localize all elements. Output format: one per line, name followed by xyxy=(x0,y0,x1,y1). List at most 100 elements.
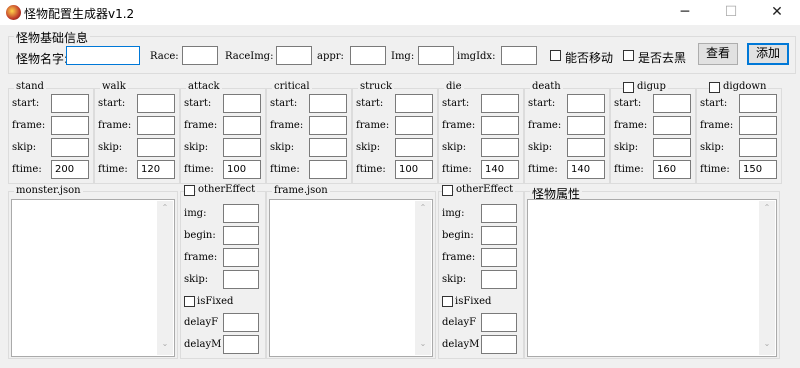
attack-frame-input[interactable] xyxy=(223,116,261,135)
scroll-down-icon[interactable]: ⌄ xyxy=(759,339,775,353)
effect-delay-m-input[interactable] xyxy=(223,335,259,354)
other-effect-checkbox-2[interactable] xyxy=(442,185,453,196)
digup-frame-label: frame: xyxy=(614,120,648,131)
attack-skip-input[interactable] xyxy=(223,138,261,157)
scroll-up-icon[interactable]: ⌃ xyxy=(415,203,431,217)
scroll-down-icon[interactable]: ⌄ xyxy=(157,339,173,353)
digdown-frame-input[interactable] xyxy=(739,116,777,135)
effect-delay-f-input[interactable] xyxy=(481,313,517,332)
critical-skip-input[interactable] xyxy=(309,138,347,157)
die-start-label: start: xyxy=(442,98,470,109)
stand-skip-input[interactable] xyxy=(51,138,89,157)
die-start-input[interactable] xyxy=(481,94,519,113)
imgidx-input[interactable] xyxy=(501,46,537,65)
can-move-checkbox[interactable] xyxy=(550,50,561,61)
race-input[interactable] xyxy=(182,46,218,65)
die-ftime-input[interactable] xyxy=(481,160,519,179)
effect-delay-m-input[interactable] xyxy=(481,335,517,354)
digup-frame-input[interactable] xyxy=(653,116,691,135)
img-label: Img: xyxy=(391,51,415,62)
struck-start-input[interactable] xyxy=(395,94,433,113)
walk-skip-input[interactable] xyxy=(137,138,175,157)
walk-start-input[interactable] xyxy=(137,94,175,113)
minimize-button[interactable]: ─ xyxy=(662,0,708,25)
add-button[interactable]: 添加 xyxy=(747,43,789,65)
death-frame-input[interactable] xyxy=(567,116,605,135)
death-skip-label: skip: xyxy=(528,142,553,153)
effect-begin-input[interactable] xyxy=(223,226,259,245)
walk-ftime-input[interactable] xyxy=(137,160,175,179)
digdown-ftime-label: ftime: xyxy=(700,164,730,175)
view-button[interactable]: 查看 xyxy=(698,43,738,65)
is-fixed-checkbox-1[interactable] xyxy=(184,296,195,307)
maximize-button[interactable]: ☐ xyxy=(708,0,754,25)
death-start-label: start: xyxy=(528,98,556,109)
death-ftime-input[interactable] xyxy=(567,160,605,179)
struck-skip-input[interactable] xyxy=(395,138,433,157)
effect-frame-label: frame: xyxy=(184,252,218,263)
effect-img-input[interactable] xyxy=(481,204,517,223)
raceimg-input[interactable] xyxy=(276,46,312,65)
stand-ftime-input[interactable] xyxy=(51,160,89,179)
effect-frame-input[interactable] xyxy=(481,248,517,267)
remove-black-checkbox[interactable] xyxy=(623,50,634,61)
death-start-input[interactable] xyxy=(567,94,605,113)
frame-json-textarea[interactable]: ⌃ ⌄ xyxy=(269,199,433,357)
struck-ftime-input[interactable] xyxy=(395,160,433,179)
action-title-digup: digup xyxy=(635,81,668,92)
effect-frame-input[interactable] xyxy=(223,248,259,267)
digdown-start-label: start: xyxy=(700,98,728,109)
action-title-digdown: digdown xyxy=(721,81,769,92)
attack-start-input[interactable] xyxy=(223,94,261,113)
effect-img-input[interactable] xyxy=(223,204,259,223)
other-effect-checkbox-1[interactable] xyxy=(184,185,195,196)
frame-json-scrollbar[interactable]: ⌃ ⌄ xyxy=(415,201,431,355)
stand-frame-input[interactable] xyxy=(51,116,89,135)
monster-json-scrollbar[interactable]: ⌃ ⌄ xyxy=(157,201,173,355)
attack-ftime-input[interactable] xyxy=(223,160,261,179)
digdown-start-input[interactable] xyxy=(739,94,777,113)
scroll-up-icon[interactable]: ⌃ xyxy=(759,203,775,217)
is-fixed-label-1: isFixed xyxy=(197,296,234,307)
effect-delay-f-label: delayF xyxy=(442,317,477,328)
die-frame-input[interactable] xyxy=(481,116,519,135)
critical-start-input[interactable] xyxy=(309,94,347,113)
appr-input[interactable] xyxy=(350,46,386,65)
is-fixed-checkbox-2[interactable] xyxy=(442,296,453,307)
die-ftime-label: ftime: xyxy=(442,164,472,175)
critical-frame-input[interactable] xyxy=(309,116,347,135)
stand-start-input[interactable] xyxy=(51,94,89,113)
digup-skip-input[interactable] xyxy=(653,138,691,157)
monster-name-input[interactable] xyxy=(66,46,140,65)
effect-begin-input[interactable] xyxy=(481,226,517,245)
die-skip-input[interactable] xyxy=(481,138,519,157)
close-button[interactable]: ✕ xyxy=(754,0,800,25)
critical-ftime-input[interactable] xyxy=(309,160,347,179)
monster-attr-scrollbar[interactable]: ⌃ ⌄ xyxy=(759,201,775,355)
monster-attr-textarea[interactable]: ⌃ ⌄ xyxy=(527,199,777,357)
walk-start-label: start: xyxy=(98,98,126,109)
digdown-skip-input[interactable] xyxy=(739,138,777,157)
other-effect-label-1: otherEffect xyxy=(196,184,258,195)
effect-frame-label: frame: xyxy=(442,252,476,263)
scroll-down-icon[interactable]: ⌄ xyxy=(415,339,431,353)
walk-frame-input[interactable] xyxy=(137,116,175,135)
effect-skip-input[interactable] xyxy=(481,270,517,289)
digdown-ftime-input[interactable] xyxy=(739,160,777,179)
digup-start-input[interactable] xyxy=(653,94,691,113)
struck-frame-input[interactable] xyxy=(395,116,433,135)
death-skip-input[interactable] xyxy=(567,138,605,157)
digup-checkbox[interactable] xyxy=(623,82,634,93)
effect-skip-label: skip: xyxy=(442,274,467,285)
effect-img-label: img: xyxy=(442,208,465,219)
other-effect-label-2: otherEffect xyxy=(454,184,516,195)
digdown-checkbox[interactable] xyxy=(709,82,720,93)
scroll-up-icon[interactable]: ⌃ xyxy=(157,203,173,217)
img-input[interactable] xyxy=(418,46,454,65)
digup-ftime-input[interactable] xyxy=(653,160,691,179)
effect-skip-input[interactable] xyxy=(223,270,259,289)
effect-delay-f-input[interactable] xyxy=(223,313,259,332)
app-icon xyxy=(6,5,21,20)
monster-json-textarea[interactable]: ⌃ ⌄ xyxy=(11,199,175,357)
attack-frame-label: frame: xyxy=(184,120,218,131)
